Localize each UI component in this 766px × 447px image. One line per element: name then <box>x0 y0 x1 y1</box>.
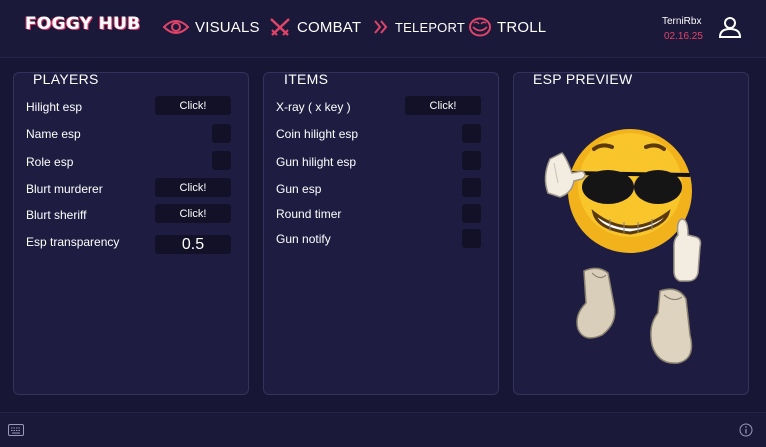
bottom-bar <box>0 412 766 447</box>
tab-teleport[interactable]: TELEPORT <box>373 16 465 38</box>
coin-hilight-esp-label: Coin hilight esp <box>276 127 359 141</box>
hilight-esp-label: Hilight esp <box>26 100 83 114</box>
preview-character <box>544 129 702 364</box>
coin-hilight-esp-toggle[interactable] <box>462 124 481 143</box>
eye-icon <box>163 18 189 36</box>
esp-transparency-input[interactable]: 0.5 <box>155 235 231 254</box>
gun-esp-toggle[interactable] <box>462 178 481 197</box>
blurt-murderer-label: Blurt murderer <box>26 182 103 196</box>
blurt-sheriff-button[interactable]: Click! <box>155 204 231 223</box>
hilight-esp-button[interactable]: Click! <box>155 96 231 115</box>
tab-visuals-label: VISUALS <box>195 18 260 36</box>
items-panel: ITEMS X-ray ( x key ) Click! Coin hiligh… <box>263 71 499 395</box>
xray-button[interactable]: Click! <box>405 96 481 115</box>
emoji-face <box>568 129 692 253</box>
keyboard-icon[interactable] <box>8 423 24 441</box>
right-shoe <box>650 288 693 364</box>
gun-hilight-esp-toggle[interactable] <box>462 151 481 170</box>
tab-combat[interactable]: COMBAT <box>269 16 361 38</box>
esp-transparency-label: Esp transparency <box>26 235 120 249</box>
tab-combat-label: COMBAT <box>297 18 362 36</box>
user-date: 02.16.25 <box>664 31 703 42</box>
gun-hilight-esp-label: Gun hilight esp <box>276 155 357 169</box>
gun-notify-label: Gun notify <box>276 232 331 246</box>
round-timer-toggle[interactable] <box>462 204 481 223</box>
name-esp-label: Name esp <box>26 127 81 141</box>
user-icon[interactable] <box>718 15 742 39</box>
esp-preview-panel: ESP PREVIEW <box>513 71 749 395</box>
round-timer-label: Round timer <box>276 207 342 221</box>
thumbs-up-hand <box>673 218 702 282</box>
double-chevron-icon <box>373 19 389 35</box>
blurt-sheriff-label: Blurt sheriff <box>26 208 87 222</box>
info-icon[interactable] <box>739 423 753 442</box>
tab-teleport-label: TELEPORT <box>395 19 465 35</box>
left-shoe <box>576 267 616 339</box>
gun-esp-label: Gun esp <box>276 182 322 196</box>
blurt-murderer-button[interactable]: Click! <box>155 178 231 197</box>
esp-preview-title: ESP PREVIEW <box>533 71 633 87</box>
top-bar: FOGGY HUB VISUALS COMBAT TELEPORT TROLL … <box>0 0 766 58</box>
xray-label: X-ray ( x key ) <box>276 100 351 114</box>
role-esp-toggle[interactable] <box>212 151 231 170</box>
players-panel: PLAYERS Hilight esp Click! Name esp Role… <box>13 71 249 395</box>
tab-troll-label: TROLL <box>497 18 547 36</box>
role-esp-label: Role esp <box>26 155 74 169</box>
gun-notify-toggle[interactable] <box>462 229 481 248</box>
items-title: ITEMS <box>284 71 329 87</box>
tab-troll[interactable]: TROLL <box>469 16 546 38</box>
players-title: PLAYERS <box>33 71 99 87</box>
trollface-icon <box>469 17 491 37</box>
name-esp-toggle[interactable] <box>212 124 231 143</box>
username: TerniRbx <box>662 16 702 27</box>
tab-visuals[interactable]: VISUALS <box>163 16 260 38</box>
brand-logo: FOGGY HUB <box>25 14 141 34</box>
crossed-swords-icon <box>269 17 291 37</box>
